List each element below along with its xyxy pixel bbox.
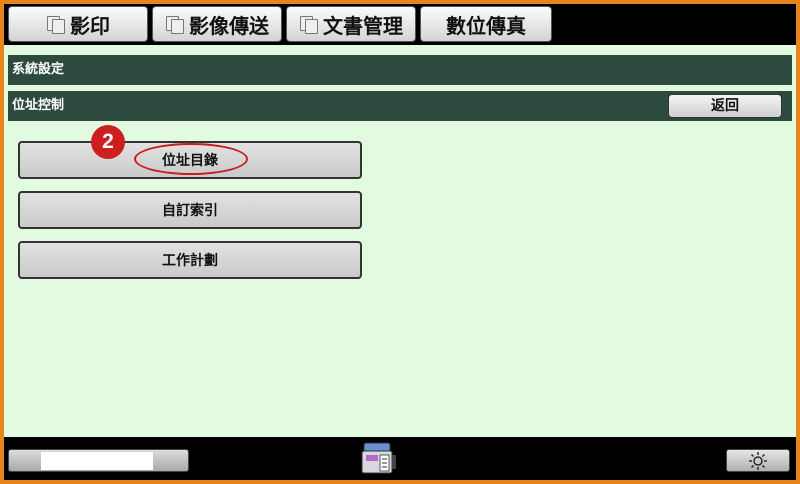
document-filing-icon bbox=[299, 16, 319, 34]
printer-status-icon[interactable] bbox=[360, 441, 398, 477]
tab-image-send-label: 影像傳送 bbox=[189, 13, 269, 38]
tab-document-filing-label: 文書管理 bbox=[323, 13, 403, 38]
copy-icon bbox=[46, 16, 66, 34]
footer-bar bbox=[4, 437, 796, 480]
custom-index-button[interactable]: 自訂索引 bbox=[18, 191, 362, 229]
job-status-display bbox=[41, 452, 153, 470]
custom-index-label: 自訂索引 bbox=[162, 203, 218, 219]
tab-digital-fax-label: 數位傳真 bbox=[446, 13, 526, 38]
tab-copy-label: 影印 bbox=[70, 13, 110, 38]
image-send-icon bbox=[165, 16, 185, 34]
tab-copy[interactable]: 影印 bbox=[8, 6, 148, 42]
system-settings-bar: 系統設定 bbox=[8, 55, 792, 85]
main-content: 系統設定 位址控制 返回 位址目錄 自訂索引 工作計劃 2 bbox=[4, 45, 796, 437]
highlight-ellipse bbox=[134, 143, 248, 175]
program-button[interactable]: 工作計劃 bbox=[18, 241, 362, 279]
back-button[interactable]: 返回 bbox=[668, 94, 782, 118]
address-control-title: 位址控制 bbox=[12, 98, 65, 113]
tab-document-filing[interactable]: 文書管理 bbox=[286, 6, 416, 42]
system-settings-title: 系統設定 bbox=[12, 62, 65, 77]
job-status-field[interactable] bbox=[8, 449, 189, 472]
brightness-icon bbox=[749, 451, 767, 470]
address-control-bar: 位址控制 返回 bbox=[8, 91, 792, 121]
tab-digital-fax[interactable]: 數位傳真 bbox=[420, 6, 552, 42]
mode-tab-bar: 影印 影像傳送 文書管理 數位傳真 bbox=[4, 4, 796, 45]
brightness-button[interactable] bbox=[726, 449, 790, 472]
program-label: 工作計劃 bbox=[162, 253, 218, 269]
tab-image-send[interactable]: 影像傳送 bbox=[152, 6, 282, 42]
step-badge: 2 bbox=[91, 125, 125, 159]
